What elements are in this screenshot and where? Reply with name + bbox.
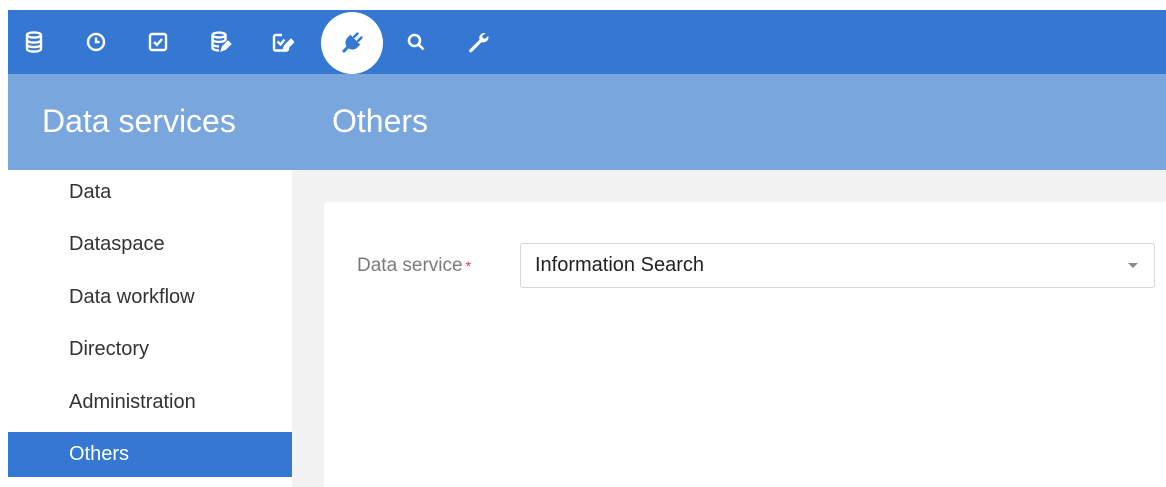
plug-icon	[342, 32, 363, 53]
toolbar-data-services-button[interactable]	[321, 12, 383, 74]
page-title: Others	[332, 103, 429, 139]
toolbar-search-button[interactable]	[394, 20, 438, 64]
data-service-select[interactable]: Information Search	[520, 243, 1155, 288]
section-title: Data services	[42, 103, 236, 139]
clock-icon	[86, 32, 106, 52]
toolbar-workflow-modeling-button[interactable]	[260, 20, 304, 64]
toolbar-tasks-button[interactable]	[136, 20, 180, 64]
app-window: Data services Others Data Dataspace Data…	[8, 10, 1166, 487]
checkbox-icon	[148, 32, 168, 52]
sidebar-item-dataspace[interactable]: Dataspace	[8, 222, 292, 267]
search-icon	[407, 33, 425, 51]
database-edit-icon	[211, 31, 232, 52]
content-card: Data service * Information Search	[324, 202, 1166, 487]
toolbar-history-button[interactable]	[74, 20, 118, 64]
toolbar-administration-button[interactable]	[456, 20, 500, 64]
sidebar-item-others[interactable]: Others	[8, 432, 292, 477]
sidebar-item-administration[interactable]: Administration	[8, 380, 292, 425]
toolbar-data-modeling-button[interactable]	[198, 20, 242, 64]
sidebar-item-data-workflow[interactable]: Data workflow	[8, 275, 292, 320]
sidebar-item-directory[interactable]: Directory	[8, 327, 292, 372]
chevron-down-icon[interactable]	[1128, 263, 1138, 268]
checkbox-edit-icon	[272, 33, 294, 52]
toolbar-database-button[interactable]	[12, 20, 56, 64]
data-service-select-value: Information Search	[535, 254, 704, 276]
required-marker: *	[465, 258, 472, 274]
data-service-label-text: Data service	[357, 255, 463, 276]
top-toolbar	[8, 10, 1166, 74]
database-icon	[25, 31, 43, 53]
sidebar-item-data[interactable]: Data	[8, 170, 292, 215]
data-service-label: Data service *	[357, 254, 471, 278]
section-header: Data services Others	[8, 74, 1166, 170]
wrench-icon	[469, 33, 489, 53]
sidebar: Data Dataspace Data workflow Directory A…	[8, 170, 292, 487]
